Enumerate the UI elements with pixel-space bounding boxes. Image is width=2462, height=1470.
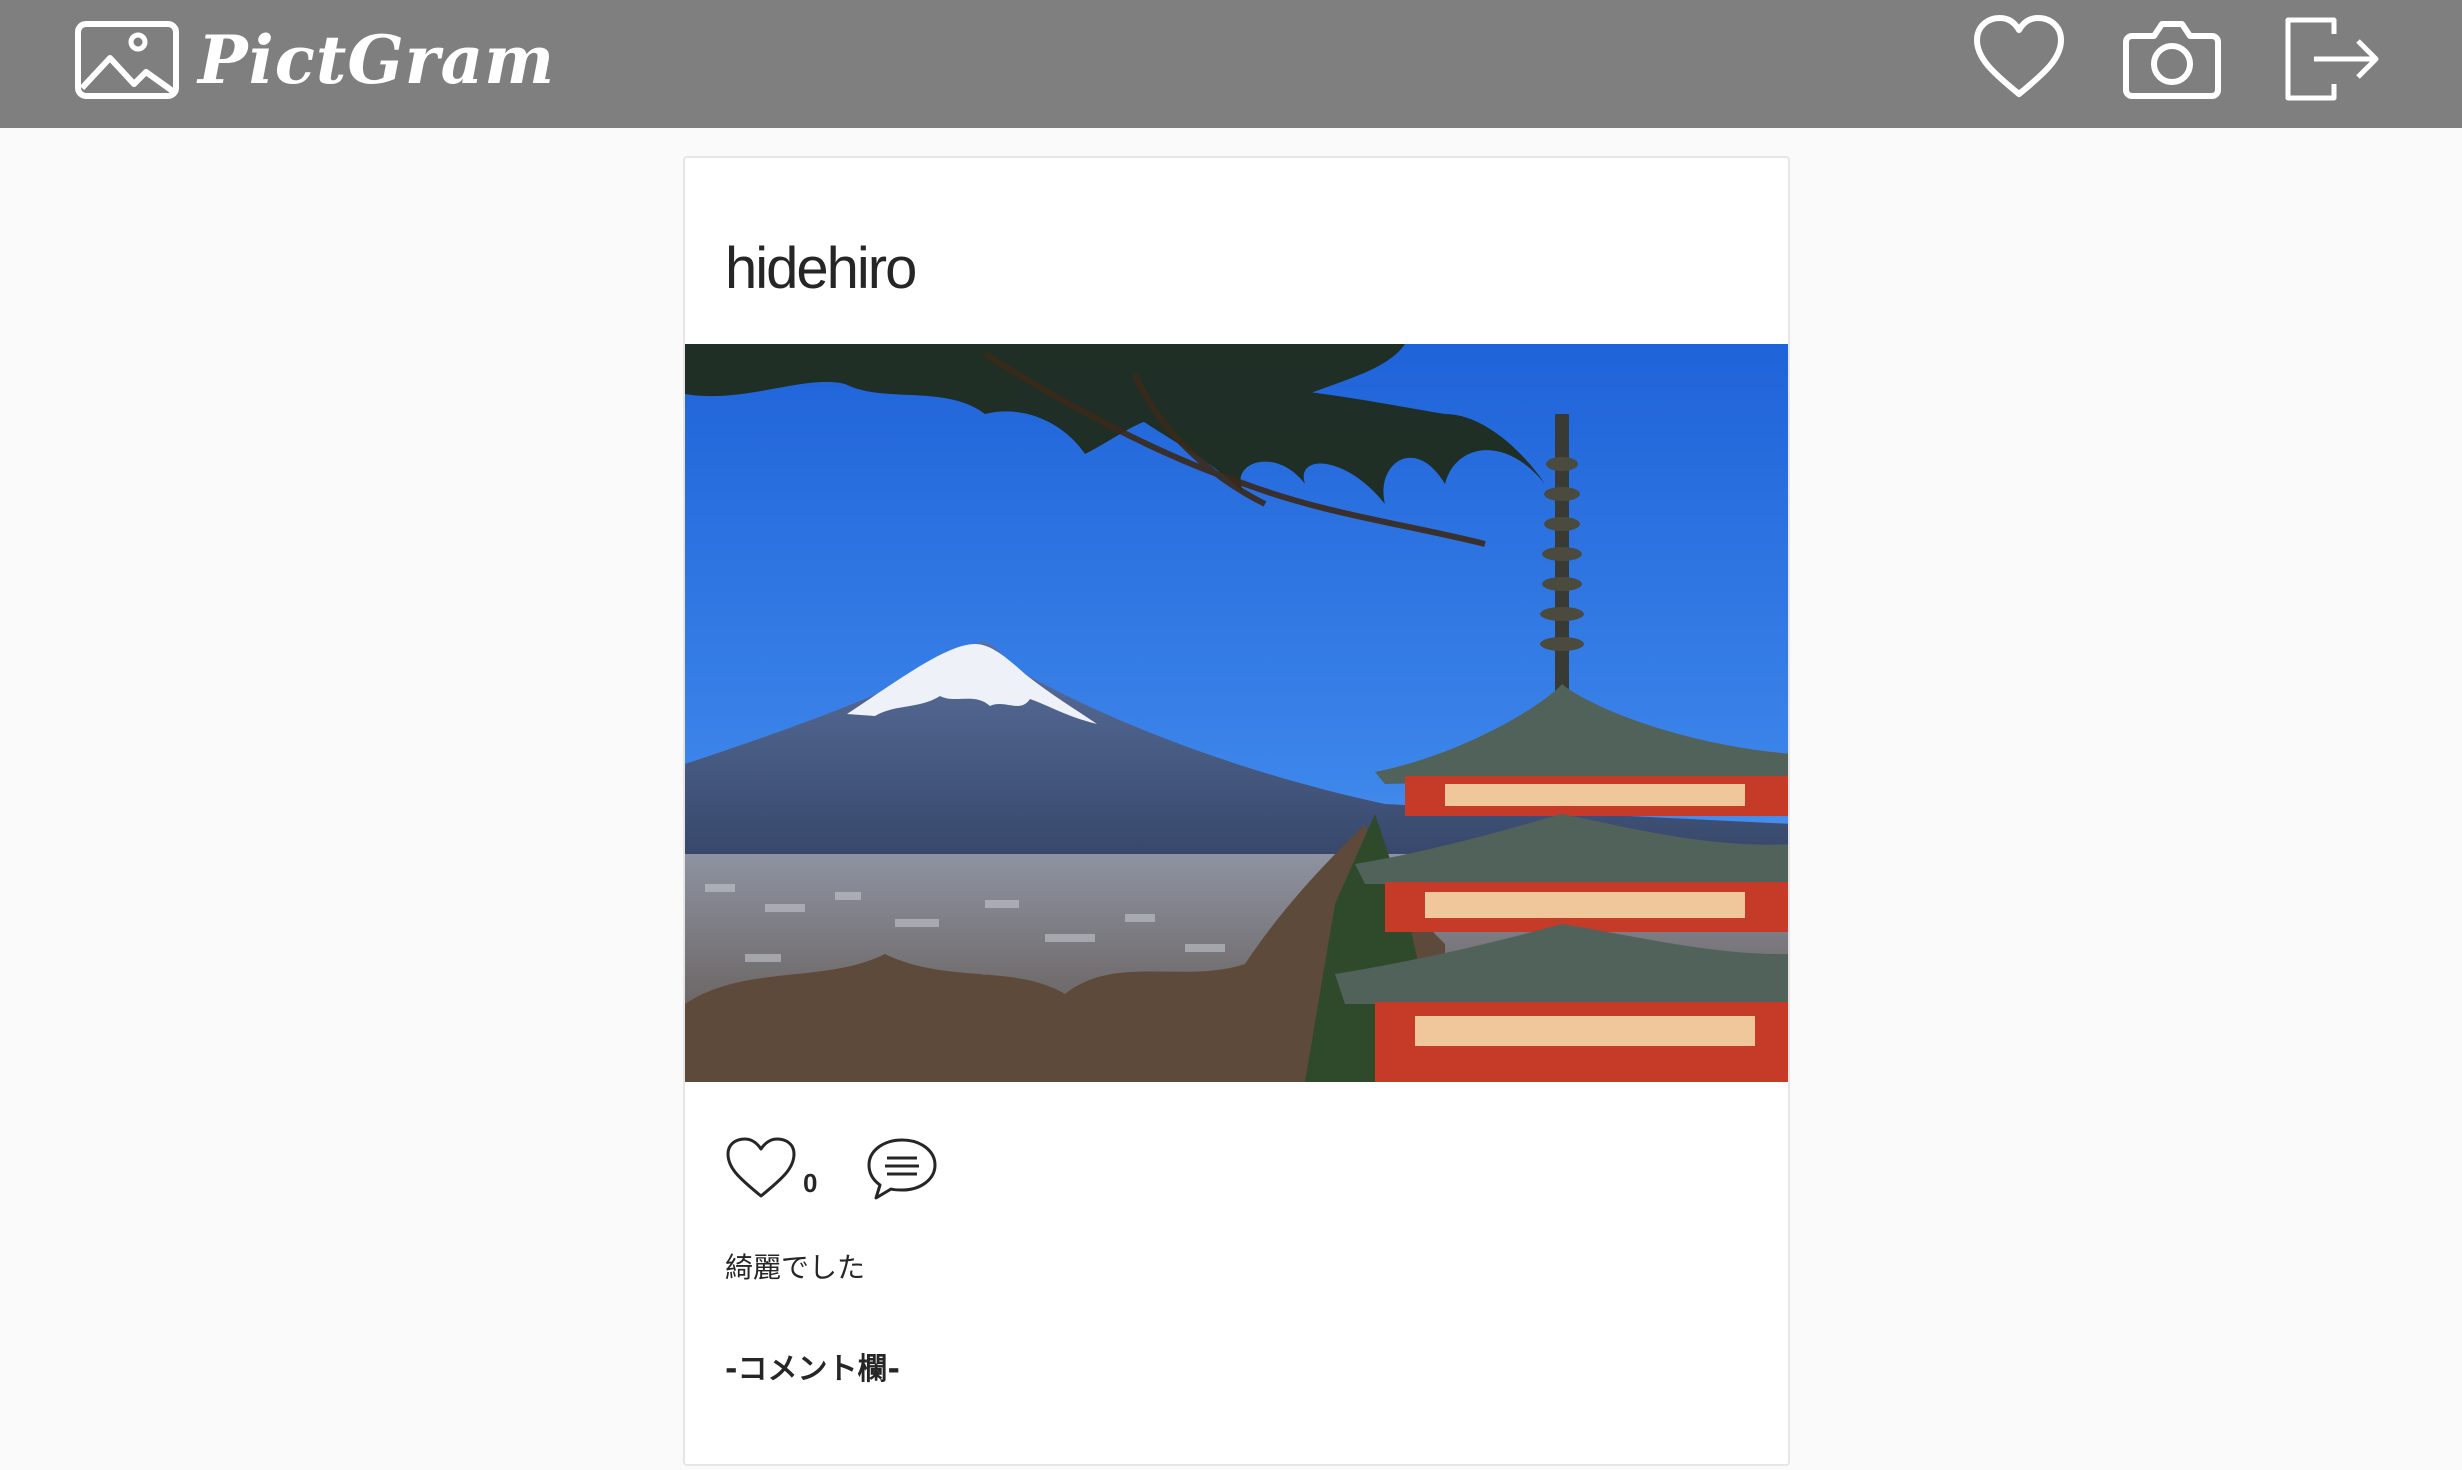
like-count: 0 bbox=[803, 1168, 818, 1198]
image-icon bbox=[74, 20, 180, 100]
camera-icon[interactable] bbox=[2122, 18, 2222, 100]
navbar: PictGram bbox=[0, 0, 2462, 128]
brand-logo[interactable]: PictGram bbox=[74, 18, 555, 102]
comment-button[interactable] bbox=[865, 1136, 939, 1202]
post-photo[interactable] bbox=[685, 344, 1788, 1082]
post-card: hidehiro 0 綺麗でした -コメント欄- bbox=[683, 156, 1790, 1466]
like-button[interactable] bbox=[725, 1136, 797, 1200]
post-username[interactable]: hidehiro bbox=[725, 240, 917, 298]
heart-icon bbox=[725, 1137, 797, 1204]
heart-icon[interactable] bbox=[1972, 14, 2066, 100]
post-caption: 綺麗でした bbox=[725, 1251, 866, 1284]
comment-section-heading: -コメント欄- bbox=[725, 1352, 900, 1387]
brand-name: PictGram bbox=[198, 21, 556, 99]
comment-bubble-icon bbox=[865, 1138, 939, 1206]
logout-icon[interactable] bbox=[2284, 16, 2384, 102]
